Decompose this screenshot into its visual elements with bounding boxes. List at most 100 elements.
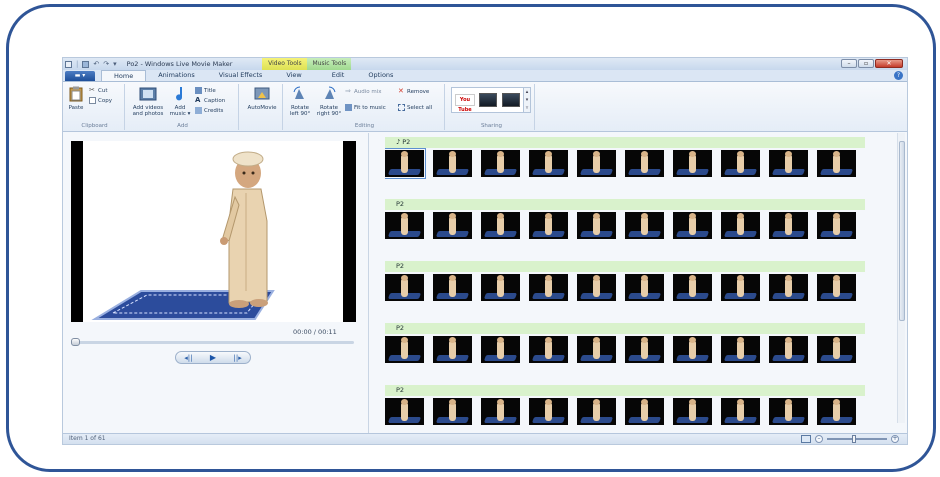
- video-frame-thumbnail[interactable]: [625, 212, 664, 239]
- zoom-out-button[interactable]: –: [815, 435, 823, 443]
- video-frame-thumbnail[interactable]: [529, 274, 568, 301]
- video-frame-thumbnail[interactable]: [577, 150, 616, 177]
- add-videos-button[interactable]: Add videos and photos: [129, 86, 167, 117]
- maximize-button[interactable]: ▫: [858, 59, 874, 68]
- caption-button[interactable]: A Caption: [195, 97, 225, 104]
- save-icon[interactable]: [82, 60, 90, 68]
- video-frame-thumbnail[interactable]: [529, 212, 568, 239]
- video-frame-thumbnail[interactable]: [529, 398, 568, 425]
- video-frame-thumbnail[interactable]: [817, 212, 856, 239]
- music-track-label[interactable]: P2: [385, 323, 865, 334]
- tab-options[interactable]: Options: [356, 70, 405, 81]
- help-icon[interactable]: ?: [894, 71, 903, 80]
- video-frame-thumbnail[interactable]: [385, 398, 424, 425]
- zoom-in-button[interactable]: +: [891, 435, 899, 443]
- paste-button[interactable]: Paste: [67, 86, 85, 111]
- application-menu-button[interactable]: ▬ ▾: [65, 71, 95, 81]
- title-button[interactable]: Title: [195, 87, 216, 94]
- close-button[interactable]: ✕: [875, 59, 903, 68]
- video-frame-thumbnail[interactable]: [673, 150, 712, 177]
- tab-view[interactable]: View: [274, 70, 313, 81]
- pane-divider[interactable]: [368, 133, 369, 435]
- video-frame-thumbnail[interactable]: [673, 398, 712, 425]
- add-music-button[interactable]: Add music ▾: [169, 86, 191, 117]
- video-frame-thumbnail[interactable]: [433, 212, 472, 239]
- fit-to-music-button[interactable]: Fit to music: [345, 104, 386, 111]
- video-frame-thumbnail[interactable]: [481, 150, 520, 177]
- video-frame-thumbnail[interactable]: [673, 336, 712, 363]
- video-frame-thumbnail[interactable]: [625, 150, 664, 177]
- video-frame-thumbnail[interactable]: [433, 274, 472, 301]
- video-frame-thumbnail[interactable]: [673, 212, 712, 239]
- gallery-scroll[interactable]: ▴ ▾ ▿: [523, 88, 530, 112]
- rotate-right-button[interactable]: Rotate right 90°: [315, 86, 343, 117]
- storyboard-scrollbar[interactable]: [897, 133, 905, 423]
- thumbnail-size-icon[interactable]: [801, 435, 811, 443]
- music-track-label[interactable]: ♪ P2: [385, 137, 865, 148]
- video-frame-thumbnail[interactable]: [769, 336, 808, 363]
- select-all-button[interactable]: Select all: [398, 104, 432, 111]
- video-frame-thumbnail[interactable]: [817, 336, 856, 363]
- previous-frame-button[interactable]: ◂||: [176, 354, 200, 362]
- video-frame-thumbnail[interactable]: [481, 336, 520, 363]
- share-monitor-icon[interactable]: [502, 93, 520, 107]
- video-frame-thumbnail[interactable]: [577, 212, 616, 239]
- video-frame-thumbnail[interactable]: [481, 274, 520, 301]
- video-frame-thumbnail[interactable]: [721, 212, 760, 239]
- video-frame-thumbnail[interactable]: [625, 336, 664, 363]
- video-frame-thumbnail[interactable]: [529, 336, 568, 363]
- video-frame-thumbnail[interactable]: [385, 148, 426, 179]
- automovie-button[interactable]: AutoMovie: [243, 86, 281, 111]
- minimize-button[interactable]: –: [841, 59, 857, 68]
- video-frame-thumbnail[interactable]: [577, 274, 616, 301]
- customize-dropdown-icon[interactable]: ▾: [113, 60, 117, 68]
- youtube-share-button[interactable]: You Tube: [455, 94, 475, 113]
- video-frame-thumbnail[interactable]: [673, 274, 712, 301]
- video-frame-thumbnail[interactable]: [577, 336, 616, 363]
- seek-thumb[interactable]: [71, 338, 80, 346]
- video-frame-thumbnail[interactable]: [721, 398, 760, 425]
- music-track-label[interactable]: P2: [385, 261, 865, 272]
- preview-monitor[interactable]: [71, 141, 356, 322]
- video-frame-thumbnail[interactable]: [721, 150, 760, 177]
- video-frame-thumbnail[interactable]: [385, 212, 424, 239]
- zoom-slider-thumb[interactable]: [852, 435, 857, 443]
- video-frame-thumbnail[interactable]: [481, 212, 520, 239]
- cut-button[interactable]: ✂ Cut: [89, 87, 107, 94]
- video-frame-thumbnail[interactable]: [817, 274, 856, 301]
- music-track-label[interactable]: P2: [385, 199, 865, 210]
- video-frame-thumbnail[interactable]: [385, 336, 424, 363]
- video-frame-thumbnail[interactable]: [433, 336, 472, 363]
- video-frame-thumbnail[interactable]: [625, 398, 664, 425]
- undo-icon[interactable]: ↶: [93, 60, 99, 68]
- audio-mix-button[interactable]: ⇒ Audio mix: [345, 88, 382, 95]
- video-frame-thumbnail[interactable]: [433, 150, 472, 177]
- video-frame-thumbnail[interactable]: [817, 398, 856, 425]
- tab-visual-effects[interactable]: Visual Effects: [207, 70, 275, 81]
- video-frame-thumbnail[interactable]: [769, 212, 808, 239]
- video-frame-thumbnail[interactable]: [433, 398, 472, 425]
- video-frame-thumbnail[interactable]: [769, 274, 808, 301]
- tab-home[interactable]: Home: [101, 70, 147, 81]
- video-frame-thumbnail[interactable]: [721, 336, 760, 363]
- video-frame-thumbnail[interactable]: [721, 274, 760, 301]
- music-track-label[interactable]: P2: [385, 385, 865, 396]
- play-button[interactable]: ▶: [201, 353, 225, 362]
- credits-button[interactable]: Credits: [195, 107, 223, 114]
- video-frame-thumbnail[interactable]: [817, 150, 856, 177]
- video-frame-thumbnail[interactable]: [481, 398, 520, 425]
- next-frame-button[interactable]: ||▸: [226, 354, 250, 362]
- video-frame-thumbnail[interactable]: [625, 274, 664, 301]
- video-frame-thumbnail[interactable]: [769, 150, 808, 177]
- share-device-icon[interactable]: [479, 93, 497, 107]
- copy-button[interactable]: Copy: [89, 97, 112, 104]
- tab-edit[interactable]: Edit: [320, 70, 357, 81]
- redo-icon[interactable]: ↷: [103, 60, 109, 68]
- remove-button[interactable]: ✕ Remove: [398, 88, 429, 95]
- video-frame-thumbnail[interactable]: [385, 274, 424, 301]
- scrollbar-thumb[interactable]: [899, 141, 905, 321]
- tab-animations[interactable]: Animations: [146, 70, 207, 81]
- video-frame-thumbnail[interactable]: [529, 150, 568, 177]
- app-menu-icon[interactable]: [65, 60, 72, 68]
- video-frame-thumbnail[interactable]: [769, 398, 808, 425]
